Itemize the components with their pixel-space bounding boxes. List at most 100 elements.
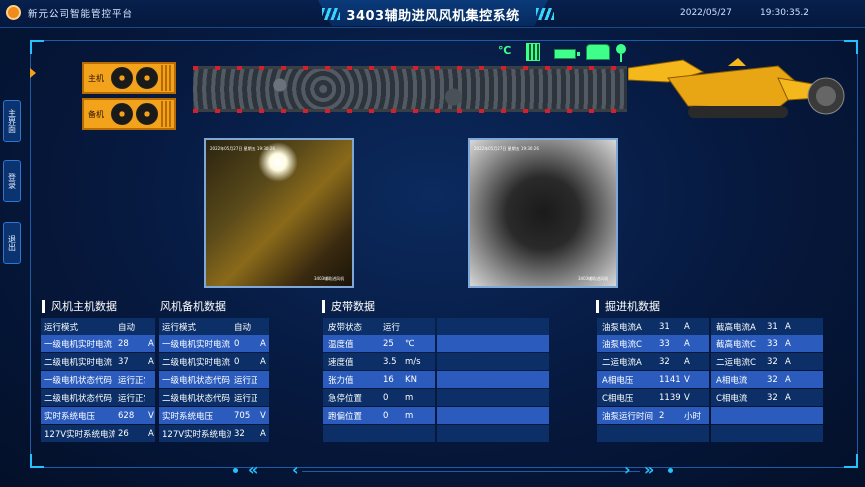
page-prev-icon[interactable]: ‹ bbox=[292, 460, 299, 479]
nav-login[interactable]: 登录 bbox=[3, 160, 21, 202]
signal-bars-icon bbox=[526, 43, 540, 61]
backup-fan-unit: 备机 bbox=[82, 98, 176, 130]
row-value: 2 bbox=[659, 410, 665, 421]
row-unit: A bbox=[260, 356, 266, 367]
row-value: 运行正常 bbox=[234, 375, 257, 386]
pager-track bbox=[302, 471, 640, 472]
temperature-icon: ℃ bbox=[498, 44, 512, 57]
row-value: 自动 bbox=[234, 322, 252, 333]
camera-feed-1[interactable]: 2022年05月27日 星期五 19:30:26 3403辅助进风机 bbox=[204, 138, 354, 288]
row-unit bbox=[257, 371, 277, 388]
header-date: 2022/05/27 bbox=[680, 8, 732, 18]
row-value bbox=[764, 407, 784, 424]
nav-logout[interactable]: 退出 bbox=[3, 222, 21, 264]
pager-dot bbox=[668, 468, 673, 473]
row-label: 油泵运行时间 bbox=[602, 411, 654, 422]
table-row bbox=[597, 425, 709, 442]
row-unit: A bbox=[684, 356, 690, 367]
row-unit: A bbox=[684, 321, 690, 332]
row-label: C相电压 bbox=[602, 393, 634, 404]
row-unit bbox=[257, 389, 277, 406]
row-unit: KN bbox=[405, 374, 417, 385]
status-light-pole bbox=[620, 54, 622, 62]
nav-main-screen[interactable]: 主界面 bbox=[3, 100, 21, 142]
row-unit bbox=[402, 318, 434, 335]
camera-1-light bbox=[258, 142, 298, 182]
row-value: 25 bbox=[383, 338, 394, 349]
row-label: 127V实时系统电流 bbox=[162, 429, 231, 440]
row-unit: m/s bbox=[405, 356, 421, 367]
main-fan-unit: 主机 bbox=[82, 62, 176, 94]
row-label: 急停位置 bbox=[328, 393, 363, 404]
belt-roller-markers bbox=[193, 66, 627, 70]
table-row-filler bbox=[437, 407, 549, 424]
row-label: 一级电机状态代码 bbox=[162, 375, 231, 386]
page-next-icon[interactable]: › bbox=[624, 460, 631, 479]
row-label: 一级电机实时电流 bbox=[44, 339, 113, 350]
table-row bbox=[711, 425, 823, 442]
row-value: 16 bbox=[383, 374, 394, 385]
backup-fan-label: 备机 bbox=[88, 109, 104, 119]
row-label: 运行模式 bbox=[162, 322, 197, 333]
row-value: 1141 bbox=[659, 374, 681, 385]
row-value: 运行正常 bbox=[118, 375, 145, 386]
row-value: 1139 bbox=[659, 392, 681, 403]
frame-corner bbox=[30, 40, 44, 54]
row-value: 0 bbox=[234, 338, 240, 349]
table-row-filler bbox=[437, 318, 549, 335]
table-row-filler bbox=[437, 425, 549, 442]
row-unit: A bbox=[260, 428, 266, 439]
row-value: 32 bbox=[767, 392, 778, 403]
table-row-filler bbox=[437, 371, 549, 388]
row-label: 二运电流C bbox=[716, 357, 756, 368]
row-label: 温度值 bbox=[328, 339, 354, 350]
row-label: 一级电机实时电流 bbox=[162, 339, 231, 350]
page-title: 3403辅助进风风机集控系统 bbox=[346, 9, 520, 24]
row-unit: A bbox=[684, 338, 690, 349]
page-first-icon[interactable]: « bbox=[248, 460, 258, 479]
camera-feed-2[interactable]: 2022年05月27日 星期五 19:30:26 3403辅助进风机 bbox=[468, 138, 618, 288]
row-unit: m bbox=[405, 392, 414, 403]
battery-tip-icon bbox=[577, 52, 580, 56]
frame-corner bbox=[844, 454, 858, 468]
row-unit: A bbox=[785, 392, 791, 403]
company-logo-icon bbox=[6, 5, 21, 20]
row-value: 26 bbox=[118, 428, 129, 439]
row-value: 运行 bbox=[383, 322, 401, 333]
belt-section-title: 皮带数据 bbox=[322, 300, 375, 313]
fan-blade-icon bbox=[136, 103, 158, 125]
company-name: 新元公司智能管控平台 bbox=[28, 9, 134, 20]
table-row-filler bbox=[437, 389, 549, 406]
backup-fan-section-title: 风机备机数据 bbox=[160, 300, 226, 313]
excavator-section-title: 掘进机数据 bbox=[596, 300, 660, 313]
row-value: 运行正常 bbox=[118, 393, 145, 404]
camera-2-timestamp: 2022年05月27日 星期五 19:30:26 bbox=[474, 146, 539, 151]
row-label bbox=[713, 407, 765, 424]
header-time: 19:30:35.2 bbox=[760, 8, 810, 18]
camera-2-label: 3403辅助进风机 bbox=[578, 276, 609, 281]
row-unit: A bbox=[785, 321, 791, 332]
row-unit: A bbox=[785, 356, 791, 367]
row-value: 0 bbox=[383, 410, 389, 421]
page-last-icon[interactable]: » bbox=[644, 460, 654, 479]
row-label: 实时系统电压 bbox=[162, 411, 214, 422]
frame-corner bbox=[844, 40, 858, 54]
row-label: 截高电流A bbox=[716, 322, 756, 333]
row-unit: 小时 bbox=[684, 411, 702, 422]
row-label: 二级电机实时电流 bbox=[44, 357, 113, 368]
row-value: 运行正常 bbox=[234, 393, 257, 404]
row-unit: V bbox=[684, 374, 690, 385]
frame-corner bbox=[30, 454, 44, 468]
row-label: 二级电机状态代码 bbox=[44, 393, 113, 404]
row-unit: ℃ bbox=[405, 338, 415, 349]
row-label: 张力值 bbox=[328, 375, 354, 386]
row-unit: V bbox=[260, 410, 266, 421]
row-value: 自动 bbox=[118, 322, 136, 333]
conveyor-belt bbox=[193, 66, 627, 112]
row-label: 二运电流A bbox=[602, 357, 642, 368]
main-fan-section-title: 风机主机数据 bbox=[42, 300, 117, 313]
row-value: 3.5 bbox=[383, 356, 397, 367]
row-unit: A bbox=[260, 338, 266, 349]
row-unit: A bbox=[785, 374, 791, 385]
row-value: 32 bbox=[767, 356, 778, 367]
